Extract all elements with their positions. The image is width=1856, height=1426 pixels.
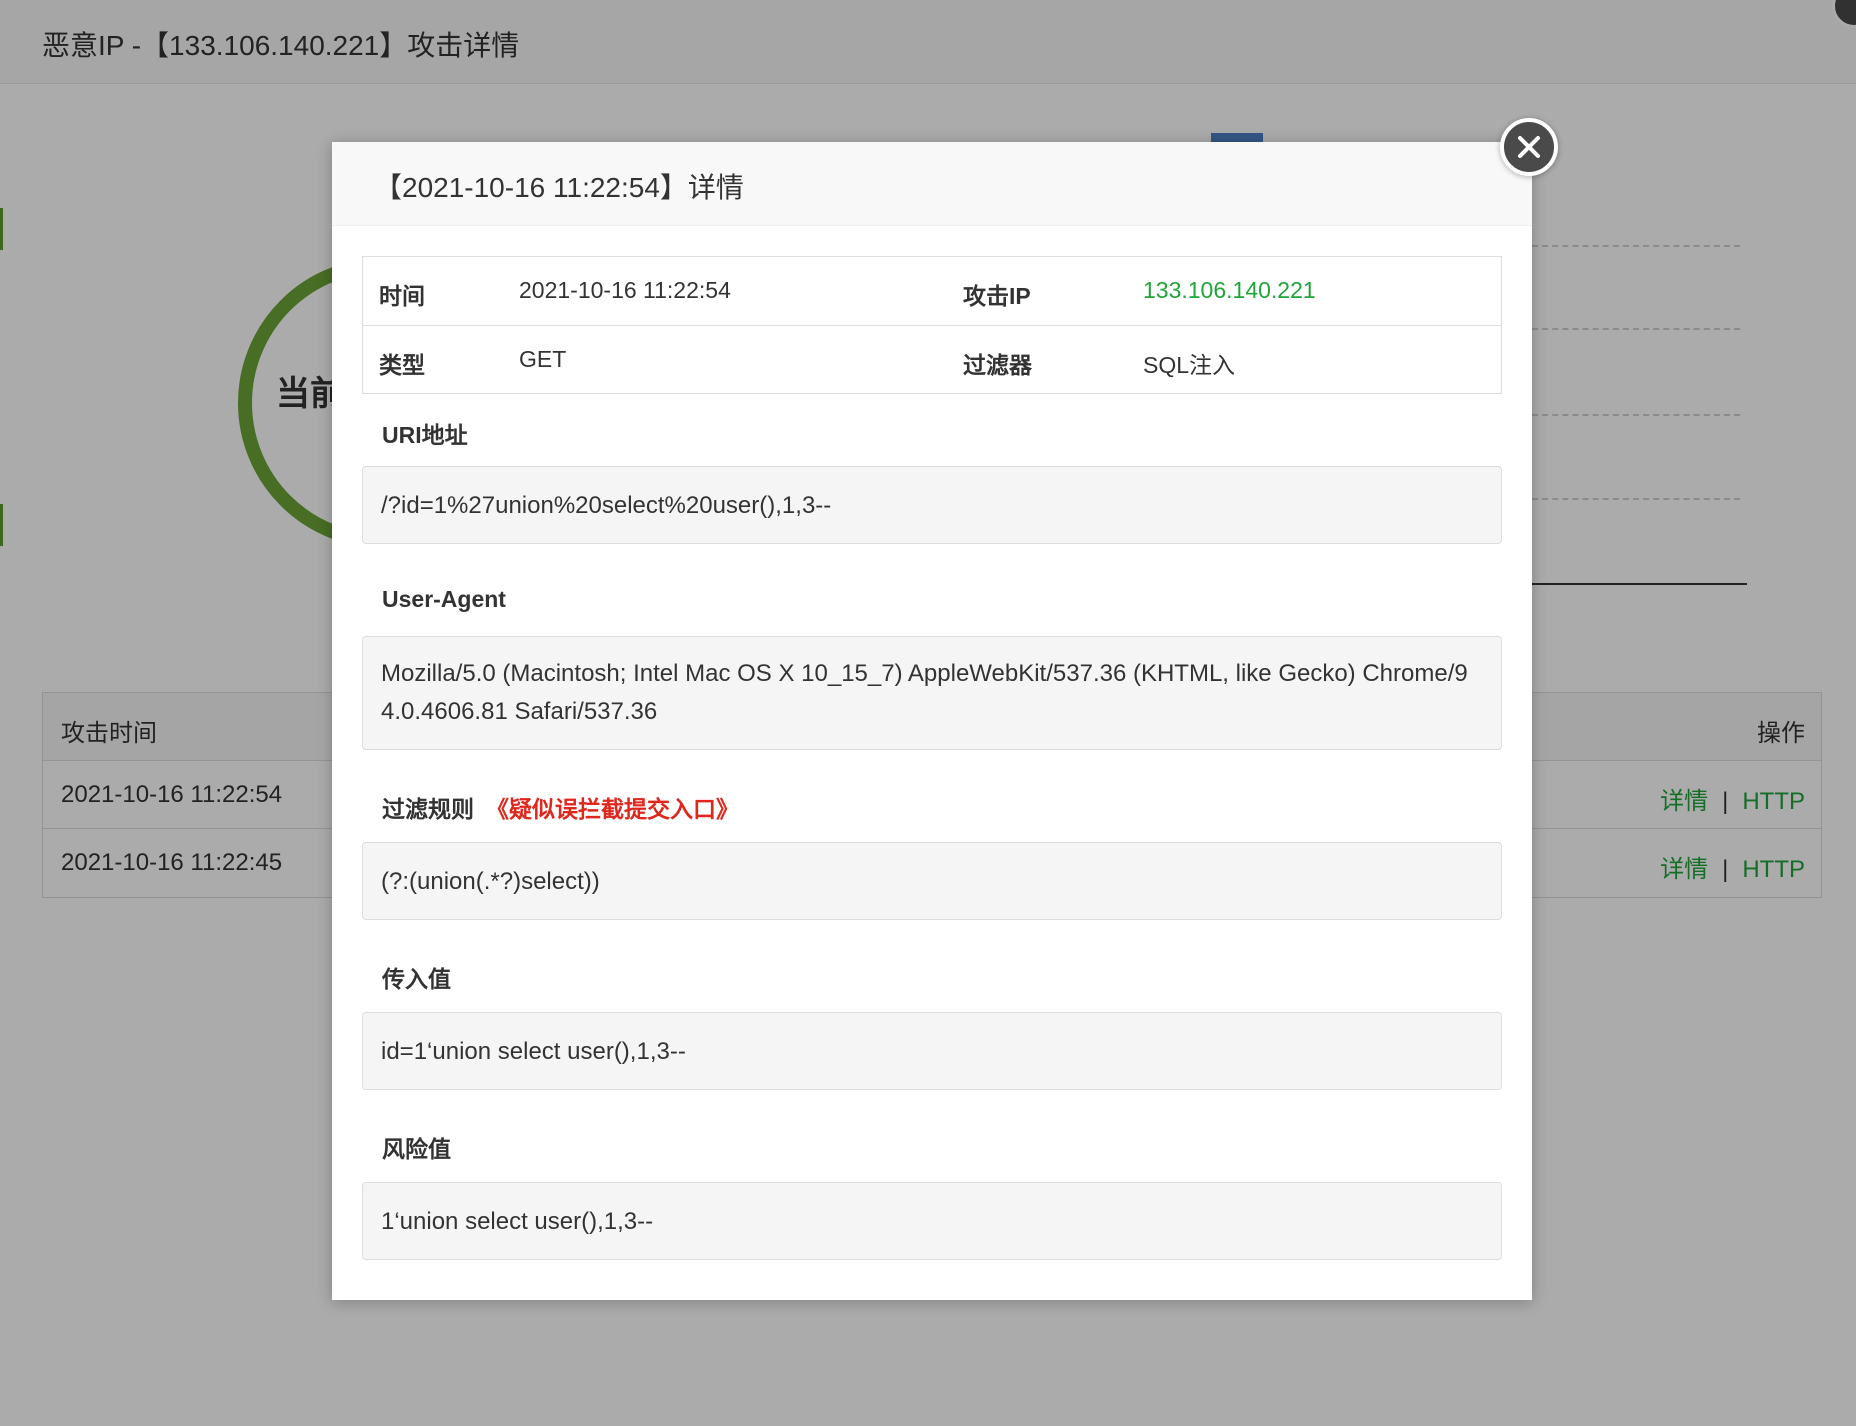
- false-positive-warning[interactable]: 《疑似误拦截提交入口》: [486, 796, 739, 822]
- type-label: 类型: [379, 352, 425, 378]
- time-value: 2021-10-16 11:22:54: [519, 277, 731, 303]
- risk-value-box: 1‘union select user(),1,3--: [362, 1182, 1502, 1260]
- modal-close-button[interactable]: [1500, 118, 1558, 176]
- user-agent-value-box: Mozilla/5.0 (Macintosh; Intel Mac OS X 1…: [362, 636, 1502, 750]
- modal-title: 【2021-10-16 11:22:54】详情: [374, 172, 744, 203]
- info-row: 时间 2021-10-16 11:22:54 攻击IP 133.106.140.…: [363, 257, 1501, 325]
- filter-rule-value-box: (?:(union(.*?)select)): [362, 842, 1502, 920]
- uri-value-box: /?id=1%27union%20select%20user(),1,3--: [362, 466, 1502, 544]
- filter-rule-label: 过滤规则 《疑似误拦截提交入口》: [382, 790, 739, 824]
- risk-value-label: 风险值: [382, 1136, 451, 1162]
- uri-label: URI地址: [382, 422, 468, 448]
- attack-ip-label: 攻击IP: [963, 283, 1031, 309]
- modal-header: 【2021-10-16 11:22:54】详情: [332, 142, 1532, 226]
- input-value-label: 传入值: [382, 966, 451, 992]
- filter-rule-text: 过滤规则: [382, 796, 474, 822]
- type-value: GET: [519, 346, 567, 372]
- input-value-box: id=1‘union select user(),1,3--: [362, 1012, 1502, 1090]
- attack-ip-value: 133.106.140.221: [1143, 277, 1316, 303]
- filter-value: SQL注入: [1143, 352, 1236, 378]
- close-icon: [1518, 136, 1540, 158]
- info-row: 类型 GET 过滤器 SQL注入: [363, 325, 1501, 393]
- time-label: 时间: [379, 283, 425, 309]
- user-agent-label: User-Agent: [382, 586, 506, 612]
- filter-label: 过滤器: [963, 352, 1032, 378]
- info-table: 时间 2021-10-16 11:22:54 攻击IP 133.106.140.…: [362, 256, 1502, 394]
- detail-modal: 【2021-10-16 11:22:54】详情 时间 2021-10-16 11…: [332, 142, 1532, 1300]
